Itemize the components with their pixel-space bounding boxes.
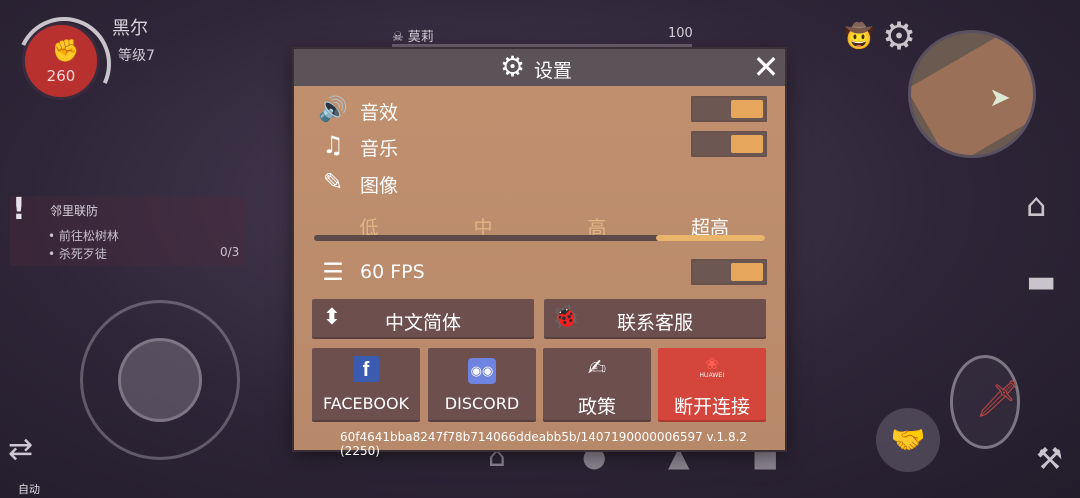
language-button-label: 中文简体 [384, 312, 461, 334]
knife-icon: 🗡 [975, 379, 1021, 420]
fps-label: 60 FPS [360, 261, 425, 283]
minimap[interactable]: ➤ [908, 30, 1036, 158]
player-avatar[interactable]: ✊ 260 [3, 3, 125, 125]
minimap-terrain [911, 33, 1033, 155]
discord-icon: ◉◉ [428, 356, 536, 384]
quill-icon: ✍ [587, 356, 607, 381]
language-button[interactable]: ⬍ 中文简体 [312, 299, 534, 339]
facebook-button-label: FACEBOOK [322, 394, 410, 413]
speaker-icon: 🔊 [318, 95, 348, 123]
policy-button[interactable]: ✍ 政策 [543, 348, 651, 422]
home-icon[interactable]: ⌂ [1026, 186, 1046, 224]
character-icon[interactable]: 🤠 [844, 22, 874, 50]
discord-button[interactable]: ◉◉ DISCORD [428, 348, 536, 422]
dialog-header: ⚙ 设置 ✕ [294, 49, 785, 86]
graphics-label: 图像 [360, 175, 399, 197]
toggle-knob [731, 100, 763, 118]
player-level: 等级7 [118, 48, 155, 64]
quest-alert-icon: ! [12, 192, 26, 227]
version-text: 60f4641bba8247f78b714066ddeabb5b/1407190… [340, 430, 748, 458]
policy-button-label: 政策 [577, 396, 616, 418]
attack-button[interactable]: 🗡 [950, 355, 1021, 449]
auto-label: 自动 [18, 483, 40, 496]
movement-joystick[interactable] [80, 300, 240, 460]
joystick-knob[interactable] [118, 338, 202, 422]
quality-slider-fill [656, 235, 765, 241]
auto-run-icon[interactable]: ⇄ [8, 432, 33, 467]
huawei-icon: ❀ HUAWEI [699, 354, 725, 380]
sound-label: 音效 [360, 102, 399, 124]
quest-title: 邻里联防 [50, 204, 99, 218]
support-button[interactable]: 🐞 联系客服 [544, 299, 766, 339]
gear-icon: ⚙ [500, 50, 526, 83]
fps-toggle[interactable] [691, 259, 767, 285]
toggle-knob [731, 263, 763, 281]
music-toggle[interactable] [691, 131, 767, 157]
quest-progress: 0/3 [220, 245, 240, 259]
disconnect-button[interactable]: ❀ HUAWEI 断开连接 [658, 348, 766, 422]
bed-icon[interactable]: ▬ [1026, 262, 1056, 300]
target-hp: 100 [668, 26, 693, 41]
music-note-icon: ♫ [322, 131, 344, 159]
music-label: 音乐 [360, 138, 399, 160]
player-name: 黑尔 [112, 18, 148, 39]
disconnect-button-label: 断开连接 [673, 396, 750, 418]
quest-step: • 前往松树林 [48, 229, 119, 243]
fist-icon: ✊ [52, 39, 80, 64]
quest-step: • 杀死歹徒 [48, 247, 107, 261]
toggle-knob [731, 135, 763, 153]
dialog-title: 设置 [534, 60, 573, 82]
target-health-bar [392, 44, 692, 48]
settings-dialog: ⚙ 设置 ✕ 🔊 音效 ♫ 音乐 ✎ 图像 低 中 高 超高 ☰ 60 FPS … [294, 49, 785, 458]
discord-button-label: DISCORD [444, 394, 520, 413]
quest-panel[interactable] [10, 196, 246, 266]
sound-toggle[interactable] [691, 96, 767, 122]
facebook-icon: f [312, 356, 420, 382]
close-button[interactable]: ✕ [750, 50, 782, 84]
player-arrow-icon: ➤ [989, 83, 1011, 113]
handshake-button[interactable]: 🤝 [876, 408, 940, 472]
xp-ring [3, 3, 125, 125]
player-hp: 260 [46, 67, 76, 85]
frames-icon: ☰ [322, 258, 344, 286]
target-name: ☠ 莫莉 [392, 30, 434, 45]
facebook-button[interactable]: f FACEBOOK [312, 348, 420, 422]
craft-icon[interactable]: ⚒ [1036, 442, 1063, 477]
edit-icon: ✎ [322, 168, 344, 196]
settings-gear-icon[interactable]: ⚙ [882, 14, 916, 58]
support-button-label: 联系客服 [616, 312, 693, 334]
